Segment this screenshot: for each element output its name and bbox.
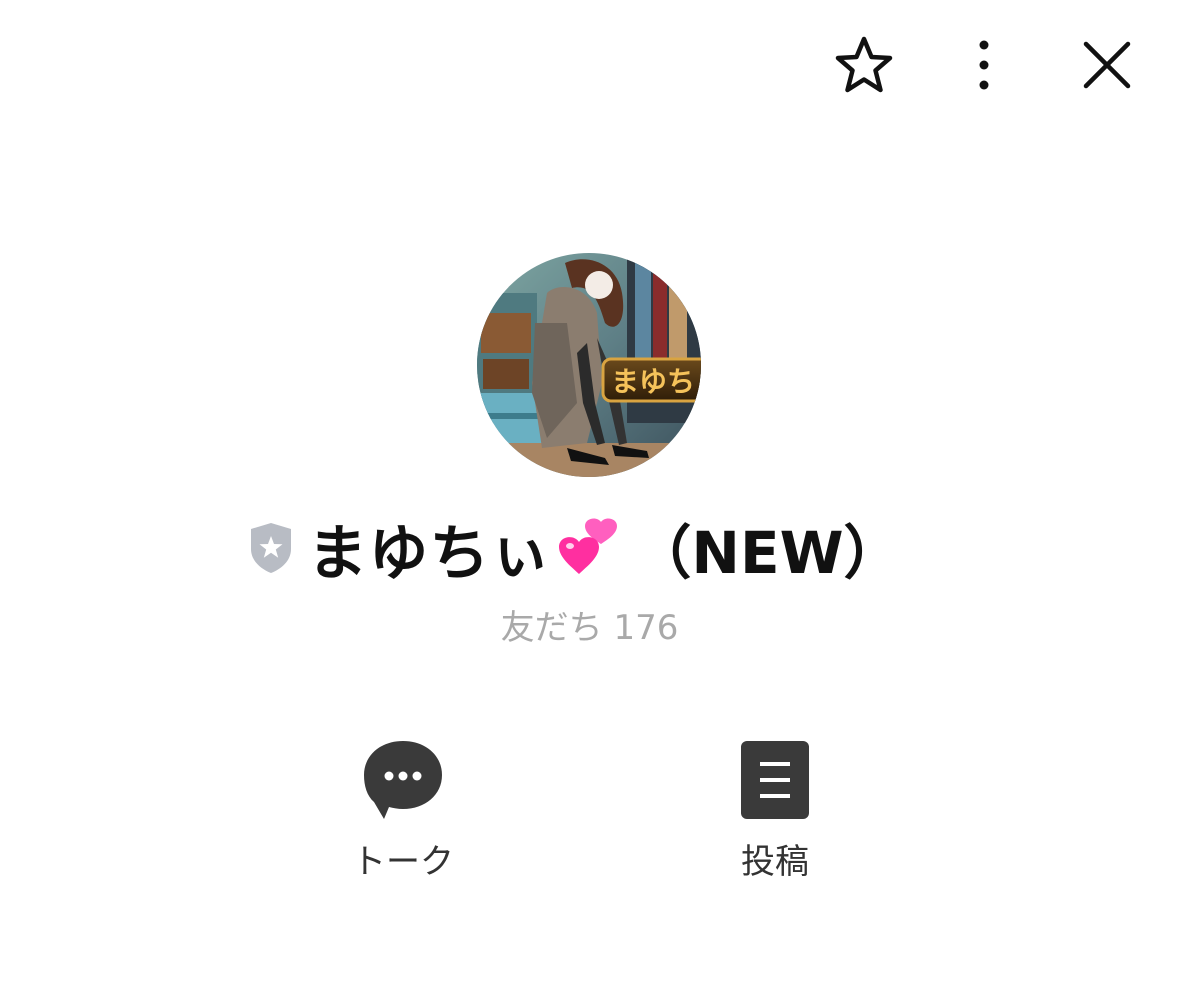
talk-button[interactable]: トーク [318, 736, 488, 886]
avatar-name-label: まゆち [611, 365, 695, 398]
profile-avatar[interactable]: まゆち [477, 253, 701, 477]
posts-label: 投稿 [741, 842, 809, 882]
shield-star-icon [251, 523, 292, 573]
profile-name: まゆちぃ [307, 518, 552, 589]
top-bar [0, 0, 1179, 130]
friends-count: 友だち 176 [500, 608, 679, 648]
close-button[interactable] [1072, 30, 1142, 100]
more-options-button[interactable] [949, 30, 1019, 100]
posts-button[interactable]: 投稿 [690, 736, 860, 886]
star-outline-icon [835, 36, 893, 93]
favorite-button[interactable] [829, 30, 899, 100]
close-x-icon [1083, 41, 1131, 89]
post-list-icon [741, 741, 809, 819]
two-hearts-icon [559, 518, 618, 574]
talk-label: トーク [352, 842, 454, 882]
profile-name-row: まゆちぃ （NEW） [0, 508, 1179, 589]
vertical-dots-icon [979, 40, 989, 90]
profile-name-suffix: （NEW） [633, 519, 902, 587]
chat-bubble-icon [364, 741, 442, 819]
